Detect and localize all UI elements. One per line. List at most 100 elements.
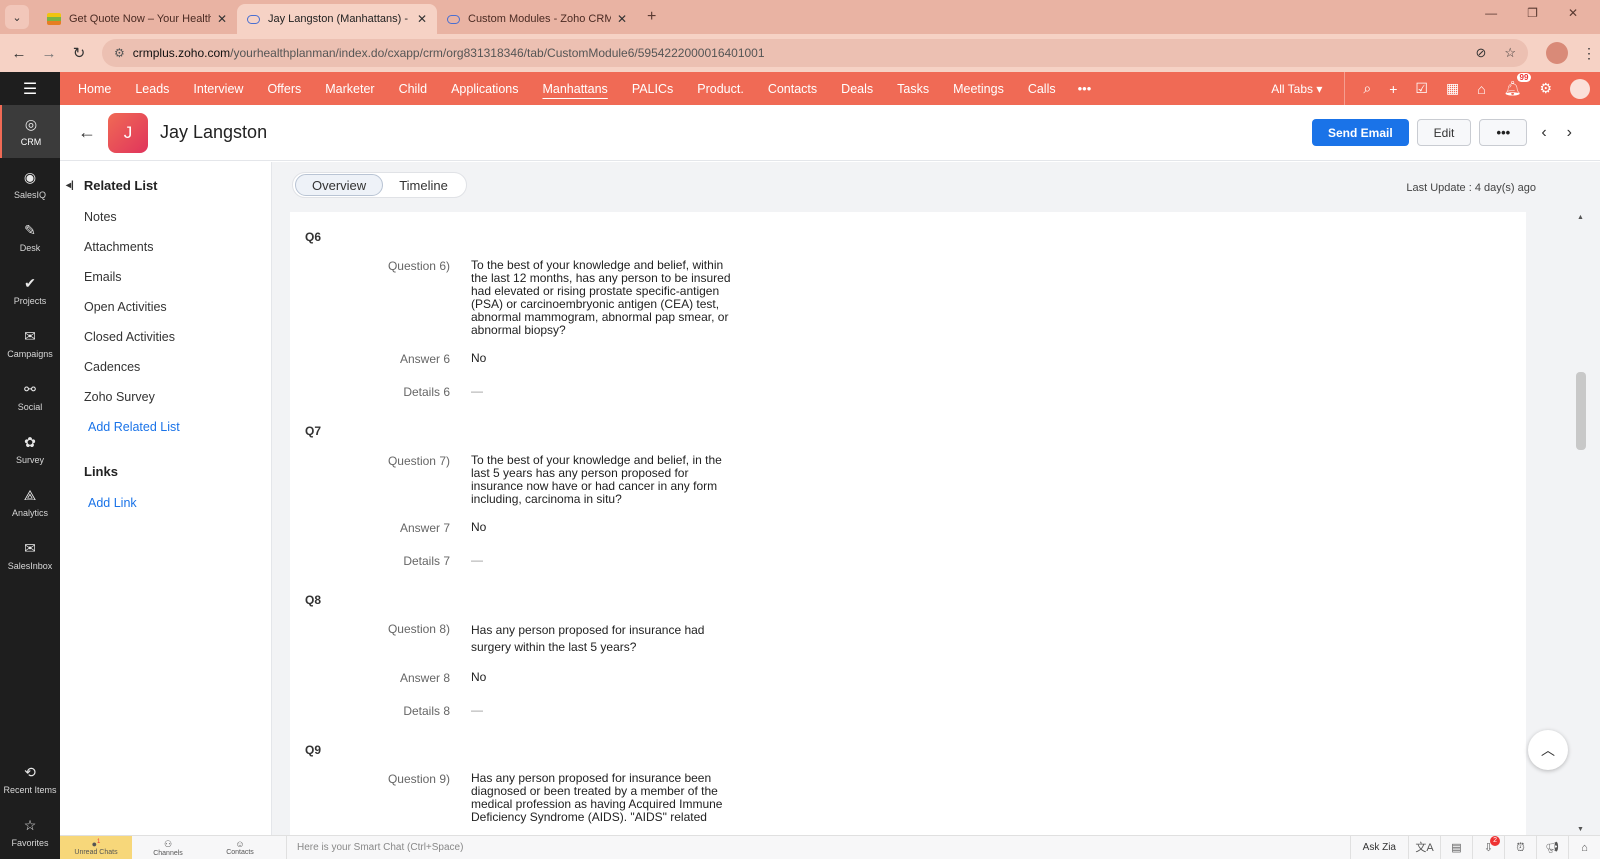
rail-item-survey[interactable]: ✿ Survey xyxy=(0,423,60,476)
rail-item-salesinbox[interactable]: ✉ SalesInbox xyxy=(0,529,60,582)
alarm-icon[interactable]: ⏰︎ xyxy=(1504,835,1536,859)
nav-tab-contacts[interactable]: Contacts xyxy=(756,72,829,105)
related-item-zoho-survey[interactable]: Zoho Survey xyxy=(84,390,155,404)
browser-tab-1[interactable]: Jay Langston (Manhattans) - Zo ✕ xyxy=(237,4,437,34)
unread-chats-button[interactable]: ●1 Unread Chats xyxy=(60,835,132,859)
browser-tab-2[interactable]: Custom Modules - Zoho CRM ✕ xyxy=(437,4,637,34)
related-item-closed-activities[interactable]: Closed Activities xyxy=(84,330,175,344)
add-related-list-link[interactable]: Add Related List xyxy=(88,420,180,434)
close-tab-icon[interactable]: ✕ xyxy=(417,12,427,26)
rail-item-salesiq[interactable]: ◉ SalesIQ xyxy=(0,158,60,211)
field-value-answer[interactable]: No xyxy=(471,671,733,684)
next-record-icon[interactable]: › xyxy=(1561,124,1578,142)
nav-tab-offers[interactable]: Offers xyxy=(255,72,313,105)
user-avatar[interactable] xyxy=(1570,78,1590,99)
nav-tab-home[interactable]: Home xyxy=(66,72,123,105)
downloads-icon[interactable]: ⇩ 2 xyxy=(1472,835,1504,859)
shop-icon[interactable]: ⌂ xyxy=(1568,835,1600,859)
content-scrollbar[interactable]: ▲ ▼ xyxy=(1574,212,1588,835)
star-icon: ☆ xyxy=(23,817,37,833)
close-tab-icon[interactable]: ✕ xyxy=(217,12,227,26)
calendar-icon[interactable]: ▦ xyxy=(1446,80,1459,97)
related-item-open-activities[interactable]: Open Activities xyxy=(84,300,167,314)
rail-item-desk[interactable]: ✎ Desk xyxy=(0,211,60,264)
reload-icon[interactable]: ↻ xyxy=(64,44,94,62)
field-value-details[interactable]: — xyxy=(471,385,733,398)
nav-tab-meetings[interactable]: Meetings xyxy=(941,72,1016,105)
nav-tab-leads[interactable]: Leads xyxy=(123,72,181,105)
send-email-button[interactable]: Send Email xyxy=(1311,119,1409,146)
rail-item-favorites[interactable]: ☆ Favorites xyxy=(0,806,60,859)
contacts-button[interactable]: ☺ Contacts xyxy=(204,836,276,859)
scroll-to-top-button[interactable]: ︿ xyxy=(1528,730,1568,770)
scroll-down-icon[interactable]: ▼ xyxy=(1577,826,1584,833)
collapse-panel-icon[interactable]: ◂| xyxy=(66,180,74,191)
close-window-icon[interactable]: ✕ xyxy=(1568,6,1578,20)
settings-gear-icon[interactable]: ⚙ xyxy=(1539,80,1552,97)
rail-item-analytics[interactable]: ⟁ Analytics xyxy=(0,476,60,529)
rail-item-recent-items[interactable]: ⟲ Recent Items xyxy=(0,753,60,806)
announcement-icon[interactable]: 📢︎ xyxy=(1536,835,1568,859)
tab-overview[interactable]: Overview xyxy=(295,174,384,196)
related-item-attachments[interactable]: Attachments xyxy=(84,240,153,254)
related-item-cadences[interactable]: Cadences xyxy=(84,360,140,374)
nav-tab-marketer[interactable]: Marketer xyxy=(313,72,386,105)
related-item-emails[interactable]: Emails xyxy=(84,270,122,284)
all-tabs-dropdown[interactable]: All Tabs ▾ xyxy=(1271,82,1322,96)
restore-icon[interactable]: ❐ xyxy=(1527,6,1538,20)
smart-chat-input[interactable]: Here is your Smart Chat (Ctrl+Space) xyxy=(286,835,463,859)
nav-tab-deals[interactable]: Deals xyxy=(829,72,885,105)
search-icon[interactable]: ⌕ xyxy=(1363,80,1371,97)
edit-button[interactable]: Edit xyxy=(1416,119,1472,146)
channels-button[interactable]: ⚇ Channels xyxy=(132,836,204,859)
marketplace-icon[interactable]: ⌂ xyxy=(1477,81,1485,97)
more-actions-button[interactable]: ••• xyxy=(1479,119,1528,146)
nav-tab-tasks[interactable]: Tasks xyxy=(885,72,941,105)
previous-record-icon[interactable]: ‹ xyxy=(1535,124,1552,142)
field-value-answer[interactable]: No xyxy=(471,352,733,365)
back-arrow-icon[interactable]: ← xyxy=(78,122,96,143)
browser-menu-icon[interactable]: ⋮ xyxy=(1582,45,1596,62)
more-tabs-icon[interactable]: ••• xyxy=(1068,81,1102,96)
related-list-title: Related List xyxy=(83,178,158,193)
activities-icon[interactable]: ☑ xyxy=(1415,80,1428,97)
notes-icon[interactable]: ▤ xyxy=(1440,835,1472,859)
nav-tab-child[interactable]: Child xyxy=(387,72,440,105)
new-tab-icon[interactable]: + xyxy=(647,8,656,26)
close-tab-icon[interactable]: ✕ xyxy=(617,12,627,26)
field-value-details[interactable]: — xyxy=(471,704,733,717)
rail-item-social[interactable]: ⚯ Social xyxy=(0,370,60,423)
nav-tab-palics[interactable]: PALICs xyxy=(620,72,685,105)
rail-item-campaigns[interactable]: ✉ Campaigns xyxy=(0,317,60,370)
profile-avatar[interactable] xyxy=(1546,42,1568,64)
hamburger-menu-icon[interactable]: ☰ xyxy=(0,72,60,105)
nav-tab-manhattans[interactable]: Manhattans xyxy=(530,72,619,105)
scrollbar-thumb[interactable] xyxy=(1576,372,1586,450)
rail-item-projects[interactable]: ✔ Projects xyxy=(0,264,60,317)
minimize-icon[interactable]: — xyxy=(1485,6,1497,20)
nav-tab-applications[interactable]: Applications xyxy=(439,72,530,105)
tab-search-icon[interactable]: ⌄ xyxy=(5,5,29,29)
translate-icon[interactable]: 文A xyxy=(1408,835,1440,859)
ask-zia-button[interactable]: Ask Zia xyxy=(1349,835,1408,859)
tab-timeline[interactable]: Timeline xyxy=(383,174,464,196)
forward-icon[interactable]: → xyxy=(34,45,64,62)
scroll-up-icon[interactable]: ▲ xyxy=(1577,214,1584,221)
eye-off-icon[interactable]: ⊘ xyxy=(1475,45,1486,61)
notifications-bell-icon[interactable]: 🔔︎ 99 xyxy=(1504,73,1532,97)
field-value-details[interactable]: — xyxy=(471,554,733,567)
nav-tab-calls[interactable]: Calls xyxy=(1016,72,1068,105)
nav-tab-product[interactable]: Product. xyxy=(685,72,756,105)
field-value-answer[interactable]: No xyxy=(471,521,733,534)
related-item-notes[interactable]: Notes xyxy=(84,210,117,224)
bookmark-star-icon[interactable]: ☆ xyxy=(1504,45,1516,61)
site-info-icon[interactable]: ⚙ xyxy=(114,46,125,60)
rail-item-crm[interactable]: ◎ CRM xyxy=(0,105,60,158)
back-icon[interactable]: ← xyxy=(4,45,34,62)
add-link-link[interactable]: Add Link xyxy=(88,496,137,510)
browser-tab-0[interactable]: Get Quote Now – Your Health P ✕ xyxy=(37,4,237,34)
rail-label: SalesIQ xyxy=(13,190,46,200)
nav-tab-interview[interactable]: Interview xyxy=(181,72,255,105)
url-field[interactable]: ⚙ crmplus.zoho.com /yourhealthplanman/in… xyxy=(102,39,1528,67)
add-icon[interactable]: + xyxy=(1389,81,1397,97)
